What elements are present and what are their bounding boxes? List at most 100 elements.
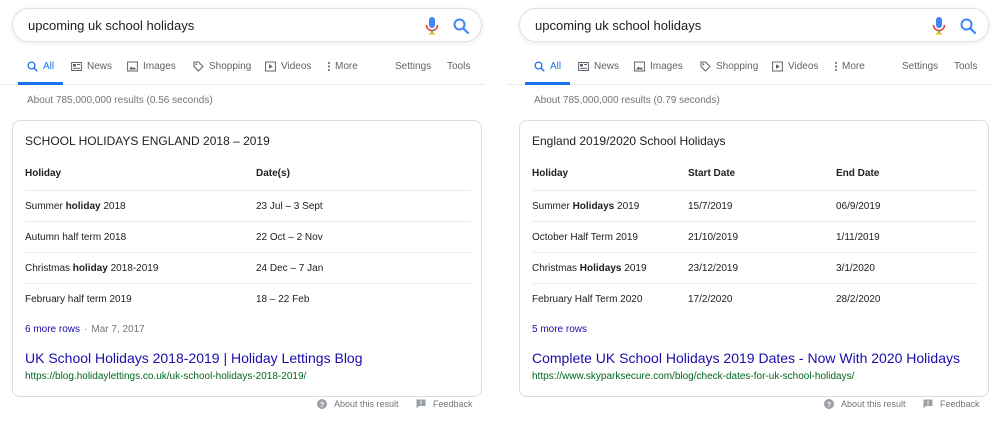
tab-label: Settings [902, 61, 939, 72]
result-stats: About 785,000,000 results (0.79 seconds) [534, 95, 720, 106]
table-row: February half term 2019 18 – 22 Feb [25, 284, 471, 315]
holiday-table: Holiday Date(s) Summer holiday 2018 23 J… [25, 159, 471, 315]
table-header-row: Holiday Start Date End Date [532, 159, 978, 191]
about-this-result[interactable]: ? About this result [824, 399, 906, 409]
news-icon [578, 61, 589, 72]
date-cell: 22 Oct – 2 Nov [256, 232, 323, 243]
search-input[interactable]: upcoming uk school holidays [535, 18, 701, 33]
search-tabs: All News Images Shopping Videos More Set… [507, 52, 992, 85]
holiday-cell: Christmas Holidays 2019 [532, 263, 647, 274]
tab-more[interactable]: More [834, 61, 865, 72]
search-icon[interactable] [453, 18, 469, 34]
tab-all[interactable]: All [534, 61, 561, 72]
table-row: February Half Term 2020 17/2/2020 28/2/2… [532, 284, 978, 315]
search-result-panel-left: upcoming uk school holidays All News Ima… [0, 0, 485, 424]
tab-label: All [550, 61, 562, 72]
more-rows-line: 5 more rows [532, 324, 587, 335]
tab-tools[interactable]: Tools [954, 61, 977, 72]
tab-news[interactable]: News [578, 61, 619, 72]
tag-icon [700, 61, 711, 72]
tab-label: Shopping [209, 61, 252, 72]
tab-label: Tools [954, 61, 978, 72]
tab-settings[interactable]: Settings [395, 61, 431, 72]
end-date-cell: 3/1/2020 [836, 263, 875, 274]
tab-label: Shopping [716, 61, 759, 72]
search-tabs: All News Images Shopping Videos More Set… [0, 52, 485, 85]
search-result-panel-right: upcoming uk school holidays All News Ima… [507, 0, 992, 424]
tab-news[interactable]: News [71, 61, 112, 72]
result-stats: About 785,000,000 results (0.56 seconds) [27, 95, 213, 106]
feedback-link[interactable]: Feedback [923, 399, 980, 409]
microphone-icon[interactable] [931, 17, 947, 35]
search-icon [27, 61, 38, 72]
feedback-icon [416, 399, 426, 409]
tab-shopping[interactable]: Shopping [193, 61, 251, 72]
feedback-link[interactable]: Feedback [416, 399, 473, 409]
about-this-result[interactable]: ? About this result [317, 399, 399, 409]
microphone-icon[interactable] [424, 17, 440, 35]
search-box[interactable]: upcoming uk school holidays [519, 8, 989, 42]
tab-label: All [43, 61, 55, 72]
date-cell: 18 – 22 Feb [256, 294, 310, 305]
search-input[interactable]: upcoming uk school holidays [28, 18, 194, 33]
start-date-cell: 23/12/2019 [688, 263, 739, 274]
result-title-link[interactable]: Complete UK School Holidays 2019 Dates -… [532, 350, 960, 366]
end-date-cell: 1/11/2019 [836, 232, 880, 243]
video-icon [265, 61, 276, 72]
tab-label: More [335, 61, 358, 72]
tab-label: More [842, 61, 865, 72]
tab-more[interactable]: More [327, 61, 358, 72]
tab-settings[interactable]: Settings [902, 61, 938, 72]
active-tab-indicator [18, 82, 63, 85]
tab-images[interactable]: Images [634, 61, 683, 72]
table-header-row: Holiday Date(s) [25, 159, 471, 191]
featured-snippet-card: SCHOOL HOLIDAYS ENGLAND 2018 – 2019 Holi… [12, 120, 482, 397]
result-title-link[interactable]: UK School Holidays 2018-2019 | Holiday L… [25, 350, 363, 366]
tab-label: Videos [788, 61, 819, 72]
feedback-icon [923, 399, 933, 409]
search-icon[interactable] [960, 18, 976, 34]
column-header-end-date: End Date [836, 168, 880, 179]
table-row: Autumn half term 2018 22 Oct – 2 Nov [25, 222, 471, 253]
tab-videos[interactable]: Videos [265, 61, 311, 72]
tag-icon [193, 61, 204, 72]
feedback-label: Feedback [940, 399, 980, 409]
date-cell: 24 Dec – 7 Jan [256, 263, 324, 274]
table-row: October Half Term 2019 21/10/2019 1/11/2… [532, 222, 978, 253]
tab-videos[interactable]: Videos [772, 61, 818, 72]
more-rows-line: 6 more rows · Mar 7, 2017 [25, 324, 145, 335]
column-header-start-date: Start Date [688, 168, 736, 179]
about-label: About this result [334, 399, 399, 409]
tab-shopping[interactable]: Shopping [700, 61, 758, 72]
help-icon: ? [317, 399, 327, 409]
separator: · [84, 324, 88, 335]
end-date-cell: 06/9/2019 [836, 201, 881, 212]
holiday-cell: Christmas holiday 2018-2019 [25, 263, 159, 274]
holiday-cell: February Half Term 2020 [532, 294, 643, 305]
search-box[interactable]: upcoming uk school holidays [12, 8, 482, 42]
svg-text:?: ? [320, 400, 325, 409]
holiday-cell: Summer holiday 2018 [25, 201, 126, 212]
featured-snippet-card: England 2019/2020 School Holidays Holida… [519, 120, 989, 397]
active-tab-indicator [525, 82, 570, 85]
feedback-label: Feedback [433, 399, 473, 409]
tab-label: Images [650, 61, 683, 72]
result-url: https://blog.holidaylettings.co.uk/uk-sc… [25, 371, 307, 382]
help-icon: ? [824, 399, 834, 409]
more-vert-icon [327, 61, 331, 72]
image-icon [127, 61, 138, 72]
tab-tools[interactable]: Tools [447, 61, 470, 72]
more-rows-link[interactable]: 6 more rows [25, 324, 80, 335]
tab-label: Images [143, 61, 176, 72]
snippet-title: SCHOOL HOLIDAYS ENGLAND 2018 – 2019 [25, 134, 270, 148]
more-rows-link[interactable]: 5 more rows [532, 324, 587, 335]
column-header-holiday: Holiday [25, 168, 62, 179]
start-date-cell: 21/10/2019 [688, 232, 739, 243]
about-label: About this result [841, 399, 906, 409]
tab-label: News [87, 61, 113, 72]
tab-images[interactable]: Images [127, 61, 176, 72]
svg-text:?: ? [827, 400, 832, 409]
tab-all[interactable]: All [27, 61, 54, 72]
table-row: Christmas holiday 2018-2019 24 Dec – 7 J… [25, 253, 471, 284]
column-header-dates: Date(s) [256, 168, 290, 179]
